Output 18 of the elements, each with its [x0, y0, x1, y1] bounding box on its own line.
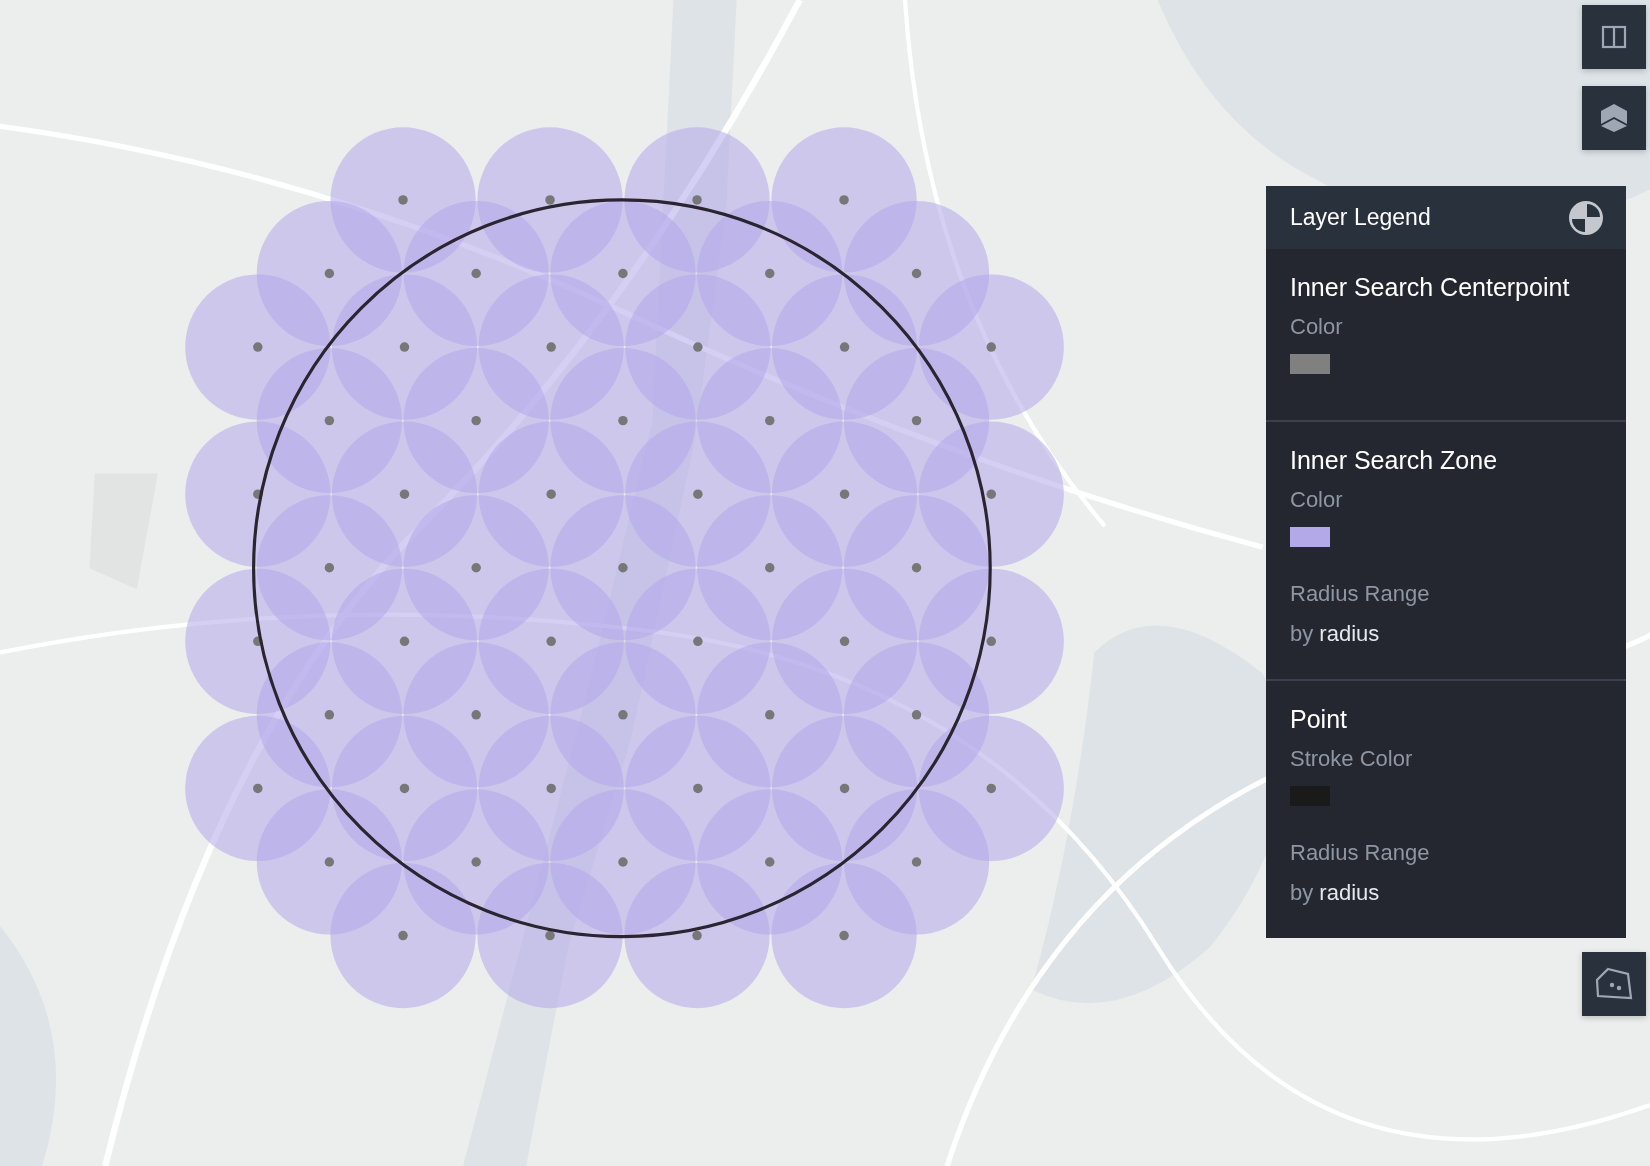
radius-field-text: by radius — [1290, 880, 1381, 906]
legend-title: Layer Legend — [1290, 204, 1431, 231]
layer-name: Point — [1290, 705, 1348, 734]
pie-chart-icon — [1568, 199, 1604, 236]
draw-button[interactable] — [1582, 952, 1646, 1016]
split-map-button[interactable] — [1582, 5, 1646, 69]
split-view-icon — [1601, 24, 1627, 50]
radius-field-text: by radius — [1290, 621, 1381, 647]
cube-icon — [1598, 102, 1630, 134]
legend-label: Radius Range — [1290, 840, 1431, 866]
legend-label: Stroke Color — [1290, 746, 1414, 772]
3d-view-button[interactable] — [1582, 86, 1646, 150]
legend-label: Color — [1290, 487, 1344, 513]
layer-name: Inner Search Centerpoint — [1290, 273, 1571, 302]
legend-label: Radius Range — [1290, 581, 1431, 607]
layer-name: Inner Search Zone — [1290, 446, 1499, 475]
polygon-draw-icon — [1594, 966, 1634, 1002]
legend-label: Color — [1290, 314, 1344, 340]
